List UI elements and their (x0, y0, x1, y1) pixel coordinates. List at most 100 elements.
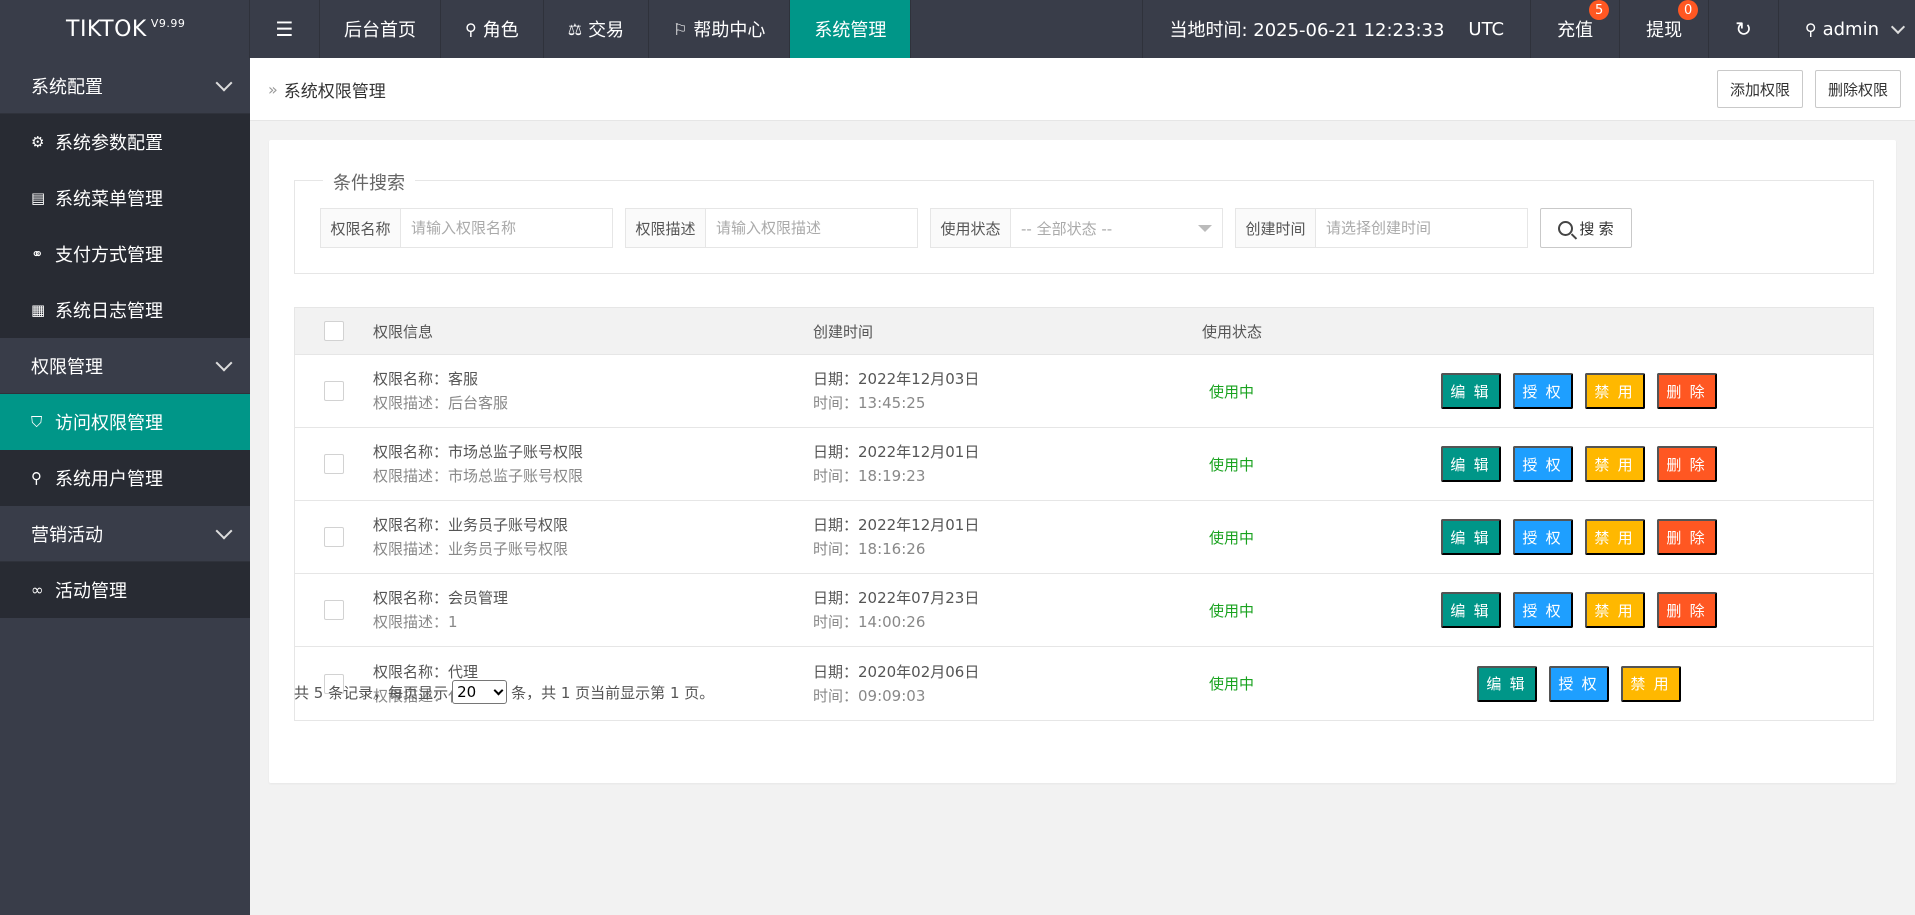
sidebar-submenu: ⛉ 访问权限管理 ⚲ 系统用户管理 (0, 394, 250, 506)
version-label: V9.99 (150, 16, 186, 30)
nav-home[interactable]: 后台首页 (320, 0, 441, 58)
delete-button[interactable]: 删 除 (1656, 519, 1717, 555)
page-size-select[interactable]: 20 (452, 680, 508, 704)
sidebar-group-system-config[interactable]: 系统配置 (0, 58, 250, 114)
nav-roles[interactable]: ⚲ 角色 (441, 0, 544, 58)
link-icon: ⚭ (31, 245, 44, 263)
nav-trade-label: 交易 (588, 20, 625, 41)
authorize-button[interactable]: 授 权 (1548, 665, 1609, 702)
nav-system[interactable]: 系统管理 (790, 0, 912, 58)
desc-input[interactable] (706, 209, 917, 247)
created-date: 日期：2022年12月01日 (813, 443, 980, 461)
logo-text: TIKTOK (66, 16, 147, 42)
chevron-down-icon (215, 522, 233, 539)
refresh-icon: ↻ (1735, 17, 1752, 41)
username: admin (1822, 18, 1879, 40)
name-input[interactable] (401, 209, 612, 247)
row-checkbox[interactable] (324, 600, 344, 620)
sidebar-group-marketing[interactable]: 营销活动 (0, 506, 250, 562)
nav-help[interactable]: ⚐ 帮助中心 (649, 0, 791, 58)
sidebar-item-label: 访问权限管理 (55, 413, 163, 434)
edit-button[interactable]: 编 辑 (1440, 592, 1501, 628)
sidebar-group-label: 系统配置 (31, 76, 103, 98)
user-menu[interactable]: ⚲ admin (1777, 0, 1915, 58)
content-card: 条件搜索 权限名称 权限描述 使用状态 -- 全部状态 -- (269, 140, 1896, 783)
edit-button[interactable]: 编 辑 (1440, 519, 1501, 555)
sidebar-item-label: 支付方式管理 (55, 245, 163, 266)
timezone-label: UTC (1468, 18, 1505, 40)
authorize-button[interactable]: 授 权 (1512, 592, 1573, 628)
edit-button[interactable]: 编 辑 (1440, 446, 1501, 482)
sidebar-item-activities[interactable]: ∞ 活动管理 (0, 562, 250, 618)
authorize-button[interactable]: 授 权 (1512, 519, 1573, 555)
sidebar-item-system-menu[interactable]: ▤ 系统菜单管理 (0, 170, 250, 226)
sidebar-item-access-permissions[interactable]: ⛉ 访问权限管理 (0, 394, 250, 450)
table-row: 权限名称：业务员子账号权限 权限描述：业务员子账号权限 日期：2022年12月01… (295, 501, 1873, 574)
created-input[interactable] (1316, 209, 1527, 247)
right-nav: 当地时间: 2025-06-21 12:23:33 UTC 充值 5 提现 0 … (1142, 0, 1915, 58)
edit-button[interactable]: 编 辑 (1440, 373, 1501, 409)
sidebar-item-payment-methods[interactable]: ⚭ 支付方式管理 (0, 226, 250, 282)
permission-name: 权限名称：市场总监子账号权限 (373, 443, 584, 461)
disable-button[interactable]: 禁 用 (1584, 446, 1645, 482)
permission-desc: 权限描述：市场总监子账号权限 (373, 467, 584, 485)
status-field-label: 使用状态 (931, 209, 1011, 247)
window-icon: ▤ (31, 189, 46, 207)
withdraw-label: 提现 (1646, 20, 1683, 41)
edit-button[interactable]: 编 辑 (1476, 665, 1537, 702)
search-fieldset: 条件搜索 权限名称 权限描述 使用状态 -- 全部状态 -- (294, 169, 1874, 274)
select-all-checkbox[interactable] (324, 321, 344, 341)
status-badge: 使用中 (1209, 455, 1255, 474)
status-badge: 使用中 (1209, 675, 1255, 693)
authorize-button[interactable]: 授 权 (1512, 373, 1573, 409)
breadcrumb-bar: » 系统权限管理 添加权限 删除权限 (250, 58, 1915, 121)
nav-help-label: 帮助中心 (693, 20, 766, 41)
withdraw-button[interactable]: 提现 0 (1619, 0, 1708, 58)
disable-button[interactable]: 禁 用 (1584, 519, 1645, 555)
disable-button[interactable]: 禁 用 (1584, 373, 1645, 409)
table-row: 权限名称：会员管理 权限描述：1 日期：2022年07月23日 时间：14:00:2… (295, 574, 1873, 647)
name-field-label: 权限名称 (321, 209, 401, 247)
created-field-label: 创建时间 (1236, 209, 1316, 247)
permission-desc: 权限描述：1 (373, 613, 458, 631)
row-checkbox[interactable] (324, 527, 344, 547)
gear-icon: ⚙ (31, 133, 45, 151)
permission-desc: 权限描述：后台客服 (373, 394, 509, 412)
disable-button[interactable]: 禁 用 (1584, 592, 1645, 628)
row-checkbox[interactable] (324, 381, 344, 401)
sidebar-item-label: 系统菜单管理 (55, 189, 163, 210)
page-size-value: 20 (457, 683, 477, 701)
disable-button[interactable]: 禁 用 (1620, 665, 1681, 702)
search-button-label: 搜 索 (1579, 220, 1614, 238)
row-checkbox[interactable] (324, 454, 344, 474)
sidebar-item-system-params[interactable]: ⚙ 系统参数配置 (0, 114, 250, 170)
authorize-button[interactable]: 授 权 (1512, 446, 1573, 482)
chevron-down-icon (493, 685, 504, 695)
created-date: 日期：2022年07月23日 (813, 589, 980, 607)
delete-permission-button[interactable]: 删除权限 (1814, 70, 1901, 108)
logo[interactable]: TIKTOK V9.99 (0, 0, 250, 58)
refresh-button[interactable]: ↻ (1708, 0, 1778, 58)
delete-button[interactable]: 删 除 (1656, 592, 1717, 628)
pager-suffix: 条，共 1 页当前显示第 1 页。 (511, 683, 715, 702)
menu-toggle-button[interactable]: ☰ (250, 0, 320, 58)
desc-field-label: 权限描述 (626, 209, 706, 247)
nav-trade[interactable]: ⚖ 交易 (544, 0, 650, 58)
sidebar-item-system-logs[interactable]: ▦ 系统日志管理 (0, 282, 250, 338)
recharge-label: 充值 (1557, 20, 1594, 41)
status-field: 使用状态 -- 全部状态 -- (930, 208, 1223, 248)
search-button[interactable]: 搜 索 (1540, 208, 1632, 248)
status-badge: 使用中 (1209, 528, 1255, 547)
add-permission-button[interactable]: 添加权限 (1716, 70, 1803, 108)
recharge-button[interactable]: 充值 5 (1530, 0, 1619, 58)
sidebar-item-system-users[interactable]: ⚲ 系统用户管理 (0, 450, 250, 506)
main-nav: ☰ 后台首页 ⚲ 角色 ⚖ 交易 ⚐ 帮助中心 系统管理 (250, 0, 912, 58)
pagination: 共 5 条记录，每页显示 20 条，共 1 页当前显示第 1 页。 (294, 680, 714, 704)
sidebar-group-permissions[interactable]: 权限管理 (0, 338, 250, 394)
delete-button[interactable]: 删 除 (1656, 373, 1717, 409)
sidebar-group-label: 权限管理 (31, 356, 103, 378)
delete-button[interactable]: 删 除 (1656, 446, 1717, 482)
status-select[interactable]: -- 全部状态 -- (1011, 209, 1222, 247)
scale-icon: ⚖ (567, 19, 583, 39)
clipboard-icon: ▦ (31, 301, 46, 319)
